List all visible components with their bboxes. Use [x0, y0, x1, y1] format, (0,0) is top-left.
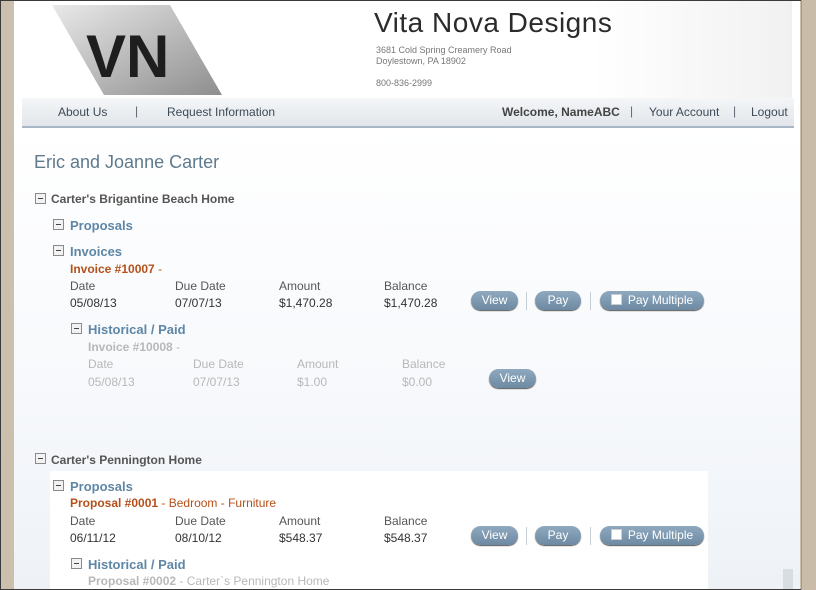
historical-amount: $1.00 [297, 375, 328, 389]
col-date-header: Date [70, 514, 96, 528]
col-amount-header: Amount [279, 279, 321, 293]
collapse-toggle[interactable] [35, 193, 46, 204]
proposals-heading[interactable]: Proposals [70, 218, 133, 233]
proposal-amount: $548.37 [279, 531, 323, 545]
historical-paid-heading[interactable]: Historical / Paid [88, 322, 186, 337]
view-button[interactable]: View [471, 291, 518, 310]
col-balance-header: Balance [384, 514, 428, 528]
invoice-title[interactable]: Invoice #10007 - [70, 262, 162, 276]
page: VN Vita Nova Designs 3681 Cold Spring Cr… [14, 1, 800, 589]
collapse-toggle[interactable] [71, 323, 82, 334]
historical-balance: $0.00 [402, 375, 433, 389]
collapse-toggle[interactable] [53, 245, 64, 256]
company-address: 3681 Cold Spring Creamery Road Doylestow… [376, 45, 512, 67]
historical-invoice-suffix: - [172, 340, 181, 354]
proposal-due-date: 08/10/12 [175, 531, 222, 545]
nav-separator: | [733, 104, 737, 118]
pay-multiple-checkbox[interactable] [610, 529, 622, 540]
col-balance-header: Balance [384, 279, 428, 293]
header-fade [592, 1, 792, 99]
address-line-2: Doylestown, PA 18902 [376, 56, 466, 66]
historical-paid-heading[interactable]: Historical / Paid [88, 557, 186, 572]
project-title: Carter's Brigantine Beach Home [51, 192, 235, 206]
col-amount-header: Amount [279, 514, 321, 528]
view-button[interactable]: View [471, 526, 518, 545]
invoices-heading[interactable]: Invoices [70, 244, 122, 259]
pay-multiple-button[interactable]: Pay Multiple [600, 526, 704, 545]
proposal-suffix: - Bedroom - Furniture [158, 496, 277, 510]
button-divider [590, 527, 591, 545]
historical-invoice-title[interactable]: Invoice #10008 - [88, 340, 180, 354]
proposal-title[interactable]: Proposal #0001 - Bedroom - Furniture [70, 496, 276, 510]
welcome-text: Welcome, NameABC [502, 105, 620, 119]
button-divider [590, 292, 591, 310]
nav-account-link[interactable]: Your Account [649, 105, 719, 119]
view-button[interactable]: View [489, 369, 536, 388]
historical-due-date: 07/07/13 [193, 375, 240, 389]
col-balance-header: Balance [402, 357, 446, 371]
company-logo[interactable]: VN [52, 5, 222, 95]
historical-proposal-title[interactable]: Proposal #0002 - Carter`s Pennington Hom… [88, 574, 329, 588]
proposal-balance: $548.37 [384, 531, 428, 545]
col-date-header: Date [70, 279, 96, 293]
nav-separator: | [630, 104, 634, 118]
pay-multiple-label: Pay Multiple [627, 293, 694, 307]
col-due-date-header: Due Date [175, 514, 226, 528]
historical-invoice-number[interactable]: Invoice #10008 [88, 340, 173, 354]
historical-date: 05/08/13 [88, 375, 135, 389]
invoice-due-date: 07/07/13 [175, 296, 222, 310]
nav-separator: | [135, 104, 139, 118]
col-due-date-header: Due Date [175, 279, 226, 293]
col-date-header: Date [88, 357, 114, 371]
nav-about-link[interactable]: About Us [58, 105, 107, 119]
collapse-toggle[interactable] [35, 453, 46, 464]
pay-button[interactable]: Pay [535, 526, 581, 545]
project-title: Carter's Pennington Home [51, 453, 202, 467]
pay-multiple-label: Pay Multiple [627, 528, 694, 542]
collapse-toggle[interactable] [53, 219, 64, 230]
nav-request-link[interactable]: Request Information [167, 105, 275, 119]
collapse-toggle[interactable] [53, 480, 64, 491]
proposal-number[interactable]: Proposal #0001 [70, 496, 158, 510]
pay-button[interactable]: Pay [535, 291, 581, 310]
window-scrollbar[interactable] [801, 0, 816, 590]
collapse-toggle[interactable] [71, 558, 82, 569]
proposals-heading[interactable]: Proposals [70, 479, 133, 494]
inner-scrollbar[interactable] [783, 569, 793, 589]
proposal-date: 06/11/12 [70, 531, 116, 545]
address-line-1: 3681 Cold Spring Creamery Road [376, 45, 512, 55]
invoice-suffix: - [154, 262, 163, 276]
invoice-date: 05/08/13 [70, 296, 117, 310]
nav-logout-link[interactable]: Logout [751, 105, 788, 119]
brand-name: Vita Nova Designs [374, 7, 613, 38]
col-amount-header: Amount [297, 357, 339, 371]
site-header: VN Vita Nova Designs 3681 Cold Spring Cr… [22, 1, 792, 99]
logo-text: VN [86, 23, 169, 90]
nav-bar: About Us | Request Information Welcome, … [22, 98, 794, 128]
invoice-amount: $1,470.28 [279, 296, 333, 310]
customer-name: Eric and Joanne Carter [34, 152, 220, 172]
company-phone: 800-836-2999 [376, 78, 433, 88]
pay-multiple-button[interactable]: Pay Multiple [600, 291, 704, 310]
historical-proposal-suffix: - Carter`s Pennington Home [176, 574, 330, 588]
historical-proposal-number[interactable]: Proposal #0002 [88, 574, 176, 588]
button-divider [526, 527, 527, 545]
invoice-balance: $1,470.28 [384, 296, 438, 310]
button-divider [526, 292, 527, 310]
col-due-date-header: Due Date [193, 357, 244, 371]
pay-multiple-checkbox[interactable] [610, 294, 622, 305]
invoice-number[interactable]: Invoice #10007 [70, 262, 155, 276]
